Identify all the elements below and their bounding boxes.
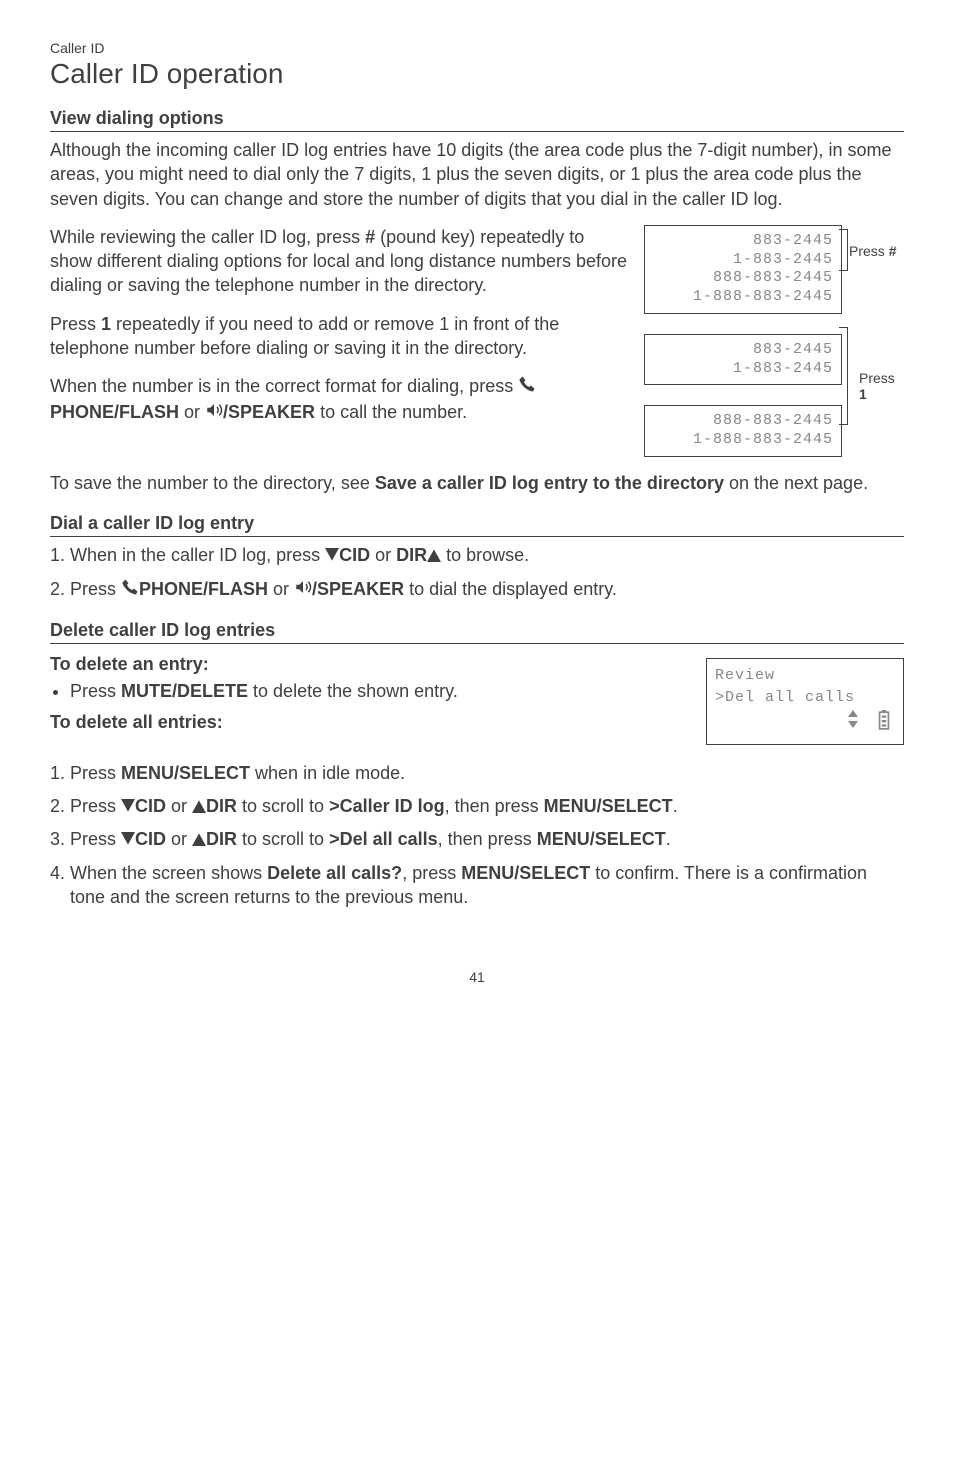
section-dial-entry-head: Dial a caller ID log entry <box>50 513 904 537</box>
view-dialing-para1: Although the incoming caller ID log entr… <box>50 138 904 211</box>
delete-all-step-1: Press MENU/SELECT when in idle mode. <box>70 761 904 785</box>
view-dialing-para3: Press 1 repeatedly if you need to add or… <box>50 312 630 361</box>
screen-one-formats-b: 888-883-2445 1-888-883-2445 <box>644 405 842 457</box>
triangle-down-icon <box>325 544 339 568</box>
triangle-up-icon <box>192 795 206 819</box>
screens-column: 883-2445 1-883-2445 888-883-2445 1-888-8… <box>644 225 904 457</box>
view-dialing-para4: When the number is in the correct format… <box>50 374 630 425</box>
page-number: 41 <box>50 969 904 985</box>
triangle-up-icon <box>427 544 441 568</box>
phone-icon <box>121 578 139 602</box>
section-delete-head: Delete caller ID log entries <box>50 620 904 644</box>
battery-icon <box>877 710 891 739</box>
delete-all-steps: Press MENU/SELECT when in idle mode. Pre… <box>50 761 904 909</box>
triangle-up-icon <box>192 828 206 852</box>
triangle-down-icon <box>121 828 135 852</box>
press-pound-label: Press # <box>849 243 896 259</box>
view-dialing-para2: While reviewing the caller ID log, press… <box>50 225 630 298</box>
bracket-one <box>839 327 848 425</box>
dial-step-1: When in the caller ID log, press CID or … <box>70 543 904 568</box>
up-down-icon <box>847 710 859 739</box>
speaker-icon <box>294 578 312 602</box>
dial-step-2: Press PHONE/FLASH or /SPEAKER to dial th… <box>70 577 904 602</box>
page-title: Caller ID operation <box>50 58 904 90</box>
dial-entry-steps: When in the caller ID log, press CID or … <box>50 543 904 602</box>
screen-pound-formats: 883-2445 1-883-2445 888-883-2445 1-888-8… <box>644 225 842 314</box>
triangle-down-icon <box>121 795 135 819</box>
screen-one-formats-a: 883-2445 1-883-2445 <box>644 334 842 386</box>
review-screen: Review >Del all calls <box>706 658 904 746</box>
speaker-icon <box>205 401 223 425</box>
delete-all-step-3: Press CID or DIR to scroll to >Del all c… <box>70 827 904 852</box>
delete-all-step-4: When the screen shows Delete all calls?,… <box>70 861 904 910</box>
press-one-label: Press 1 <box>859 370 904 402</box>
section-view-dialing-head: View dialing options <box>50 108 904 132</box>
delete-all-step-2: Press CID or DIR to scroll to >Caller ID… <box>70 794 904 819</box>
phone-icon <box>518 375 536 399</box>
breadcrumb: Caller ID <box>50 40 904 56</box>
view-dialing-para5: To save the number to the directory, see… <box>50 471 904 495</box>
bracket-pound <box>839 229 848 271</box>
